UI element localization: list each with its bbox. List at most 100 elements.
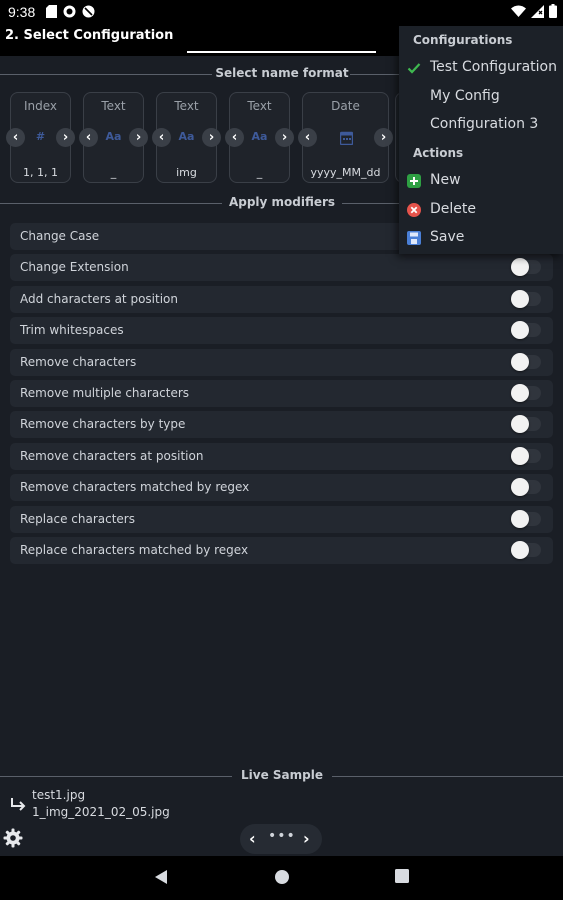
no-sync-icon (82, 5, 95, 18)
hash-icon: # (35, 130, 46, 143)
format-value: 1, 1, 1 (23, 166, 58, 179)
toggle-knob (511, 540, 529, 559)
toggle-knob (511, 258, 529, 277)
toggle-switch[interactable] (511, 540, 541, 559)
title-underline (187, 51, 376, 53)
format-card-text[interactable]: Text ‹ Aa › _ (225, 92, 294, 183)
modifier-remove-at-position[interactable]: Remove characters at position (10, 442, 553, 470)
menu-item-label: Delete (430, 201, 476, 217)
calendar-icon (340, 131, 353, 145)
move-right-button[interactable]: › (56, 128, 75, 147)
format-type-label: Text (101, 99, 126, 113)
previous-page-button[interactable]: ‹ (249, 829, 256, 848)
home-icon[interactable] (274, 869, 290, 885)
modifier-label: Change Extension (20, 260, 129, 275)
toggle-switch[interactable] (511, 509, 541, 528)
format-card-text[interactable]: Text ‹ Aa › _ (79, 92, 148, 183)
save-icon (407, 231, 421, 245)
format-type-label: Text (174, 99, 199, 113)
toggle-switch[interactable] (511, 446, 541, 465)
move-left-button[interactable]: ‹ (6, 128, 25, 147)
settings-gear-icon[interactable] (3, 828, 23, 848)
menu-item-test-configuration[interactable]: Test Configuration (399, 55, 563, 81)
back-icon[interactable] (154, 869, 168, 885)
system-navigation-bar (0, 856, 563, 900)
menu-item-my-config[interactable]: My Config (399, 84, 563, 110)
modifier-remove-characters[interactable]: Remove characters (10, 348, 553, 376)
save-button[interactable]: Save (399, 225, 563, 251)
move-left-button[interactable]: ‹ (298, 128, 317, 147)
menu-item-label: New (430, 172, 461, 188)
toggle-switch[interactable] (511, 383, 541, 402)
move-right-button[interactable]: › (129, 128, 148, 147)
menu-item-label: Configuration 3 (430, 116, 539, 132)
modifiers-label: Apply modifiers (228, 195, 336, 209)
modifier-remove-by-type[interactable]: Remove characters by type (10, 411, 553, 439)
signal-icon (531, 4, 544, 18)
modifier-replace-regex[interactable]: Replace characters matched by regex (10, 536, 553, 564)
toggle-switch[interactable] (511, 321, 541, 340)
format-card-text[interactable]: Text ‹ Aa › img (152, 92, 221, 183)
name-format-label: Select name format (215, 66, 349, 80)
live-sample-header: Live Sample (0, 768, 563, 786)
modifier-label: Remove multiple characters (20, 385, 190, 400)
menu-item-label: Test Configuration (430, 59, 557, 75)
actions-header: Actions (413, 146, 464, 160)
format-card-index[interactable]: Index ‹ # › 1, 1, 1 (6, 92, 75, 183)
modifier-trim-whitespaces[interactable]: Trim whitespaces (10, 317, 553, 345)
text-icon: Aa (251, 130, 268, 143)
modifier-remove-multiple[interactable]: Remove multiple characters (10, 379, 553, 407)
original-filename: test1.jpg (32, 788, 86, 802)
modifier-label: Remove characters (20, 354, 137, 369)
next-page-button[interactable]: › (303, 829, 310, 848)
toggle-switch[interactable] (511, 352, 541, 371)
toggle-switch[interactable] (511, 415, 541, 434)
format-type-label: Date (331, 99, 360, 113)
toggle-knob (511, 478, 529, 497)
toggle-switch[interactable] (511, 289, 541, 308)
menu-item-label: My Config (430, 88, 500, 104)
text-icon: Aa (178, 130, 195, 143)
move-right-button[interactable]: › (202, 128, 221, 147)
delete-icon (407, 203, 421, 217)
live-sample-files: test1.jpg 1_img_2021_02_05.jpg (32, 787, 170, 821)
move-left-button[interactable]: ‹ (225, 128, 244, 147)
move-left-button[interactable]: ‹ (79, 128, 98, 147)
rename-arrow-icon (11, 798, 26, 811)
format-type-label: Index (23, 99, 58, 113)
move-left-button[interactable]: ‹ (152, 128, 171, 147)
page-indicator-dots: ••• (268, 828, 296, 844)
toggle-knob (511, 509, 529, 528)
modifier-label: Remove characters matched by regex (20, 480, 250, 495)
modifier-label: Replace characters matched by regex (20, 542, 249, 557)
toggle-switch[interactable] (511, 258, 541, 277)
page-navigation: ‹ ••• › (240, 824, 322, 854)
toggle-switch[interactable] (511, 478, 541, 497)
modifier-add-characters[interactable]: Add characters at position (10, 285, 553, 313)
toggle-knob (511, 289, 529, 308)
modifier-replace-characters[interactable]: Replace characters (10, 505, 553, 533)
sd-card-icon (46, 5, 57, 18)
format-value: _ (256, 166, 263, 179)
delete-button[interactable]: Delete (399, 197, 563, 223)
battery-icon (549, 4, 557, 18)
move-right-button[interactable]: › (275, 128, 294, 147)
modifier-label: Change Case (20, 229, 100, 243)
modifier-label: Replace characters (20, 511, 135, 526)
recents-icon[interactable] (395, 869, 409, 883)
format-card-date[interactable]: Date ‹ › yyyy_MM_dd (298, 92, 393, 183)
menu-item-configuration-3[interactable]: Configuration 3 (399, 112, 563, 138)
toggle-knob (511, 352, 529, 371)
toggle-knob (511, 383, 529, 402)
new-button[interactable]: New (399, 168, 563, 194)
toggle-knob (511, 415, 529, 434)
move-right-button[interactable]: › (374, 128, 393, 147)
toggle-knob (511, 446, 529, 465)
modifier-change-extension[interactable]: Change Extension (10, 254, 553, 282)
page-title: 2. Select Configuration (5, 28, 174, 43)
check-icon (407, 63, 421, 74)
renamed-filename: 1_img_2021_02_05.jpg (32, 805, 170, 819)
modifier-remove-regex[interactable]: Remove characters matched by regex (10, 474, 553, 502)
live-sample-label: Live Sample (241, 768, 323, 782)
configuration-menu: Configurations Test Configuration My Con… (399, 26, 563, 254)
